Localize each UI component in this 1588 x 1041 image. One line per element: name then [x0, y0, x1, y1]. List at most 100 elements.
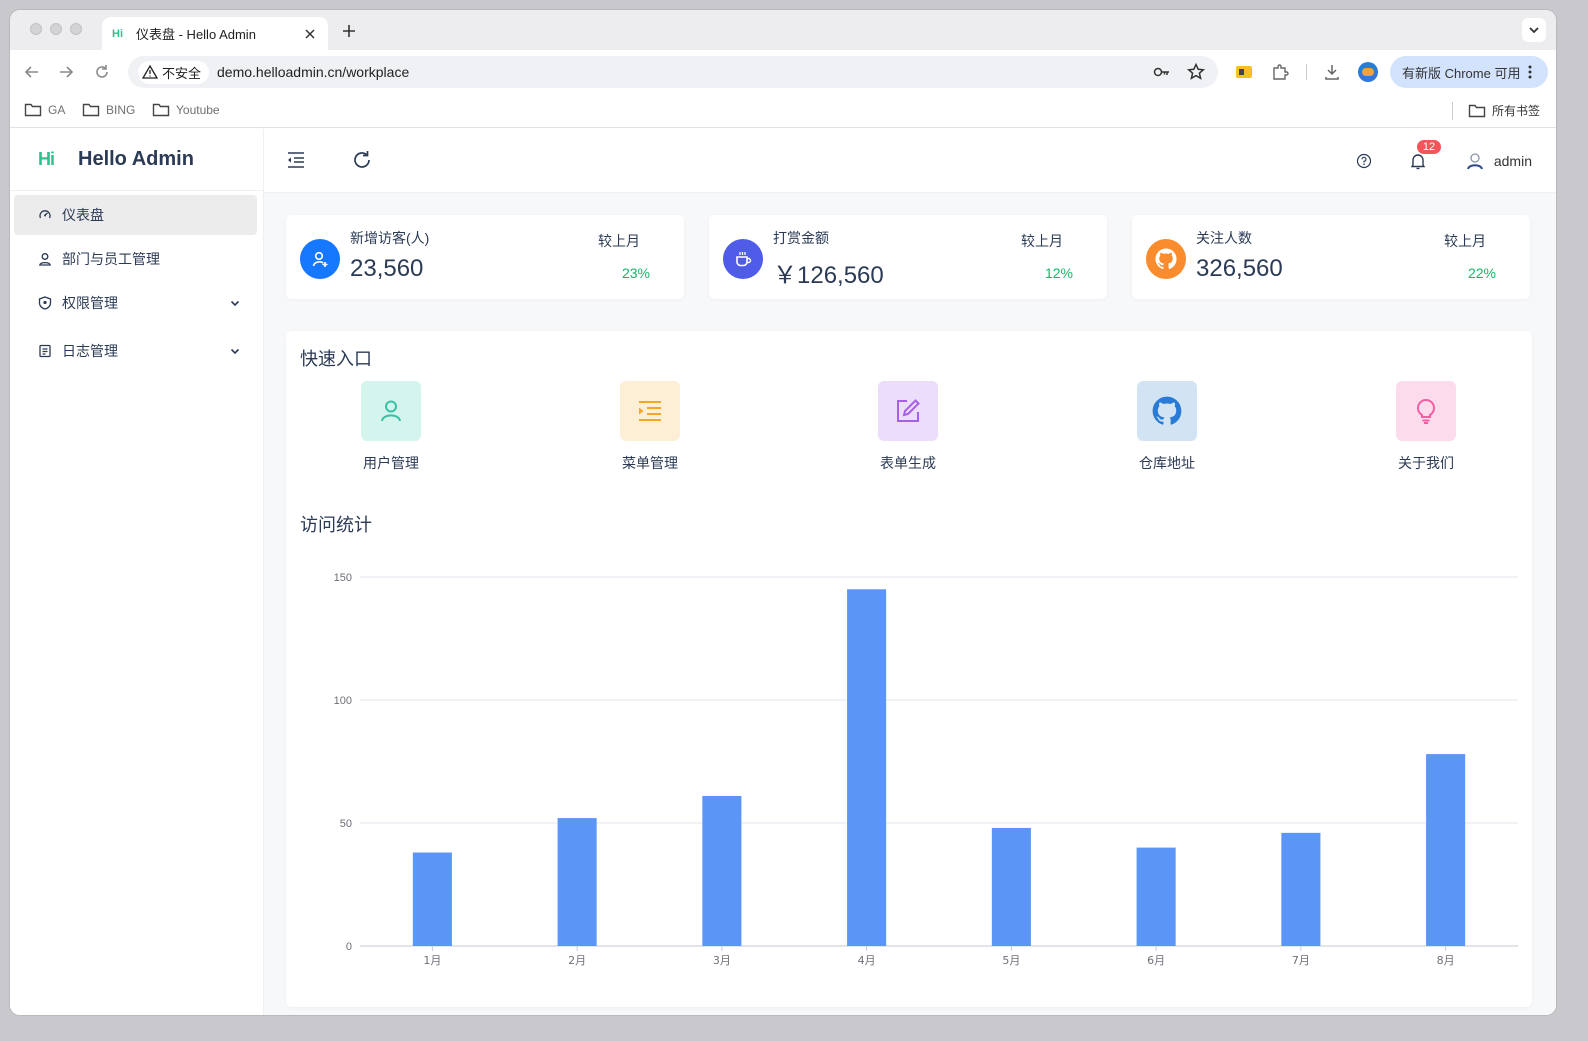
x-tick-label: 7月 [1292, 954, 1310, 967]
bulb-icon [1396, 381, 1456, 441]
avatar [1466, 153, 1483, 170]
refresh-icon[interactable] [350, 148, 374, 172]
sidebar-menu: 仪表盘 部门与员工管理 权限管理 日志管理 [10, 191, 263, 371]
quick-access-title: 快速入口 [300, 349, 372, 369]
close-window-button[interactable] [30, 23, 42, 35]
shield-icon [38, 296, 52, 310]
x-tick-label: 1月 [423, 954, 441, 967]
stat-value: 326,560 [1196, 255, 1283, 282]
bar [1426, 754, 1466, 946]
profile-avatar[interactable] [1358, 62, 1378, 82]
github-icon [1137, 381, 1197, 441]
security-label: 不安全 [162, 65, 202, 81]
toolbar-divider [1306, 64, 1307, 80]
chevron-down-icon [230, 348, 240, 355]
dashboard-icon [39, 210, 51, 219]
folder-icon [1468, 104, 1486, 117]
quick-item-users[interactable]: 用户管理 [341, 381, 441, 473]
sidebar-item-logs[interactable]: 日志管理 [14, 331, 257, 371]
quick-item-label: 用户管理 [363, 455, 419, 471]
bookmark-label: BING [106, 103, 136, 117]
extension-folder-icon[interactable] [1234, 62, 1254, 82]
folder-icon [82, 103, 100, 117]
forward-icon[interactable] [56, 62, 76, 82]
user-add-icon [300, 239, 340, 279]
tab-search-button[interactable] [1522, 18, 1546, 42]
window-controls [30, 23, 82, 35]
browser-toolbar: 不安全 demo.helloadmin.cn/workplace 有新版 Chr… [10, 50, 1556, 94]
x-tick-label: 2月 [568, 954, 586, 967]
notifications-button[interactable]: 12 [1408, 139, 1443, 171]
site-info-chip[interactable]: 不安全 [138, 60, 210, 84]
folder-icon [152, 103, 170, 117]
address-bar[interactable]: 不安全 demo.helloadmin.cn/workplace [128, 56, 1218, 88]
y-tick-label: 100 [334, 695, 352, 707]
bookmark-label: GA [48, 103, 66, 117]
bar [412, 852, 452, 946]
bar [991, 827, 1031, 946]
bar [702, 795, 742, 946]
menu-fold-icon[interactable] [284, 148, 308, 172]
browser-window: Hi 仪表盘 - Hello Admin 不安全 demo.helloadmin… [10, 10, 1556, 1015]
help-icon[interactable] [1356, 153, 1372, 169]
sidebar-item-departments[interactable]: 部门与员工管理 [14, 239, 257, 279]
chevron-down-icon [230, 300, 240, 307]
sidebar-item-label: 部门与员工管理 [62, 251, 160, 267]
minimize-window-button[interactable] [50, 23, 62, 35]
sidebar-item-label: 日志管理 [62, 343, 118, 359]
menu-icon [620, 381, 680, 441]
stat-card-donations: 打赏金额 ￥126,560 较上月 12% [709, 215, 1107, 299]
app-logo[interactable]: Hi Hello Admin [10, 129, 263, 191]
extensions-puzzle-icon[interactable] [1270, 62, 1290, 82]
sidebar: Hi Hello Admin 仪表盘 部门与员工管理 权限管理 日志管理 [10, 129, 264, 1015]
bar-chart: 0 50 100 150 1月 2月 3月 4月 5月 6月 7月 8月 [334, 572, 1518, 967]
download-icon[interactable] [1322, 62, 1342, 82]
quick-item-about[interactable]: 关于我们 [1376, 381, 1476, 473]
visit-chart: 0 50 100 150 1月 2月 3月 4月 5月 6月 7月 8月 [286, 551, 1532, 991]
bookmark-bing[interactable]: BING [82, 102, 135, 118]
all-bookmarks[interactable]: 所有书签 [1468, 102, 1540, 119]
quick-item-label: 仓库地址 [1139, 455, 1195, 471]
bookmark-star-icon[interactable] [1186, 62, 1206, 82]
app-title: Hello Admin [78, 148, 194, 170]
stat-compare-label: 较上月 [1021, 233, 1063, 249]
chevron-down-icon [1529, 27, 1539, 34]
bookmarks-bar: GA BING Youtube 所有书签 [10, 94, 1556, 128]
sidebar-item-label: 仪表盘 [62, 207, 104, 223]
quick-item-label: 菜单管理 [622, 455, 678, 471]
all-bookmarks-label: 所有书签 [1492, 104, 1541, 118]
password-key-icon[interactable] [1152, 62, 1172, 82]
tab-close-icon[interactable] [302, 26, 318, 42]
new-tab-icon[interactable] [340, 22, 358, 40]
browser-tab[interactable]: Hi 仪表盘 - Hello Admin [102, 17, 328, 50]
back-icon[interactable] [22, 62, 42, 82]
user-menu[interactable]: admin [1464, 150, 1532, 172]
bookmark-youtube[interactable]: Youtube [152, 102, 220, 118]
bookmark-ga[interactable]: GA [24, 102, 65, 118]
github-icon [1146, 239, 1186, 279]
stat-label: 关注人数 [1196, 230, 1252, 246]
quick-item-menus[interactable]: 菜单管理 [600, 381, 700, 473]
stat-percent: 12% [1044, 265, 1073, 281]
coffee-icon [723, 239, 763, 279]
stat-label: 新增访客(人) [350, 230, 430, 246]
tab-strip: Hi 仪表盘 - Hello Admin [10, 10, 1556, 50]
x-tick-label: 4月 [858, 954, 876, 967]
x-tick-label: 8月 [1437, 954, 1455, 967]
y-tick-label: 150 [334, 572, 352, 584]
avatar-shape [1362, 68, 1374, 76]
main-content: 新增访客(人) 23,560 较上月 23% 打赏金额 ￥126,560 较上月… [264, 193, 1556, 1015]
user-icon [361, 381, 421, 441]
notification-badge: 12 [1415, 139, 1443, 155]
stat-percent: 23% [621, 265, 650, 281]
reload-icon[interactable] [92, 62, 112, 82]
sidebar-item-dashboard[interactable]: 仪表盘 [14, 195, 257, 235]
quick-item-repository[interactable]: 仓库地址 [1117, 381, 1217, 473]
bookmark-divider [1452, 102, 1453, 120]
stat-card-visitors: 新增访客(人) 23,560 较上月 23% [286, 215, 684, 299]
url-text[interactable]: demo.helloadmin.cn/workplace [217, 64, 409, 80]
quick-item-form[interactable]: 表单生成 [858, 381, 958, 473]
sidebar-item-permissions[interactable]: 权限管理 [14, 283, 257, 323]
chrome-update-button[interactable]: 有新版 Chrome 可用 [1390, 56, 1548, 88]
maximize-window-button[interactable] [70, 23, 82, 35]
